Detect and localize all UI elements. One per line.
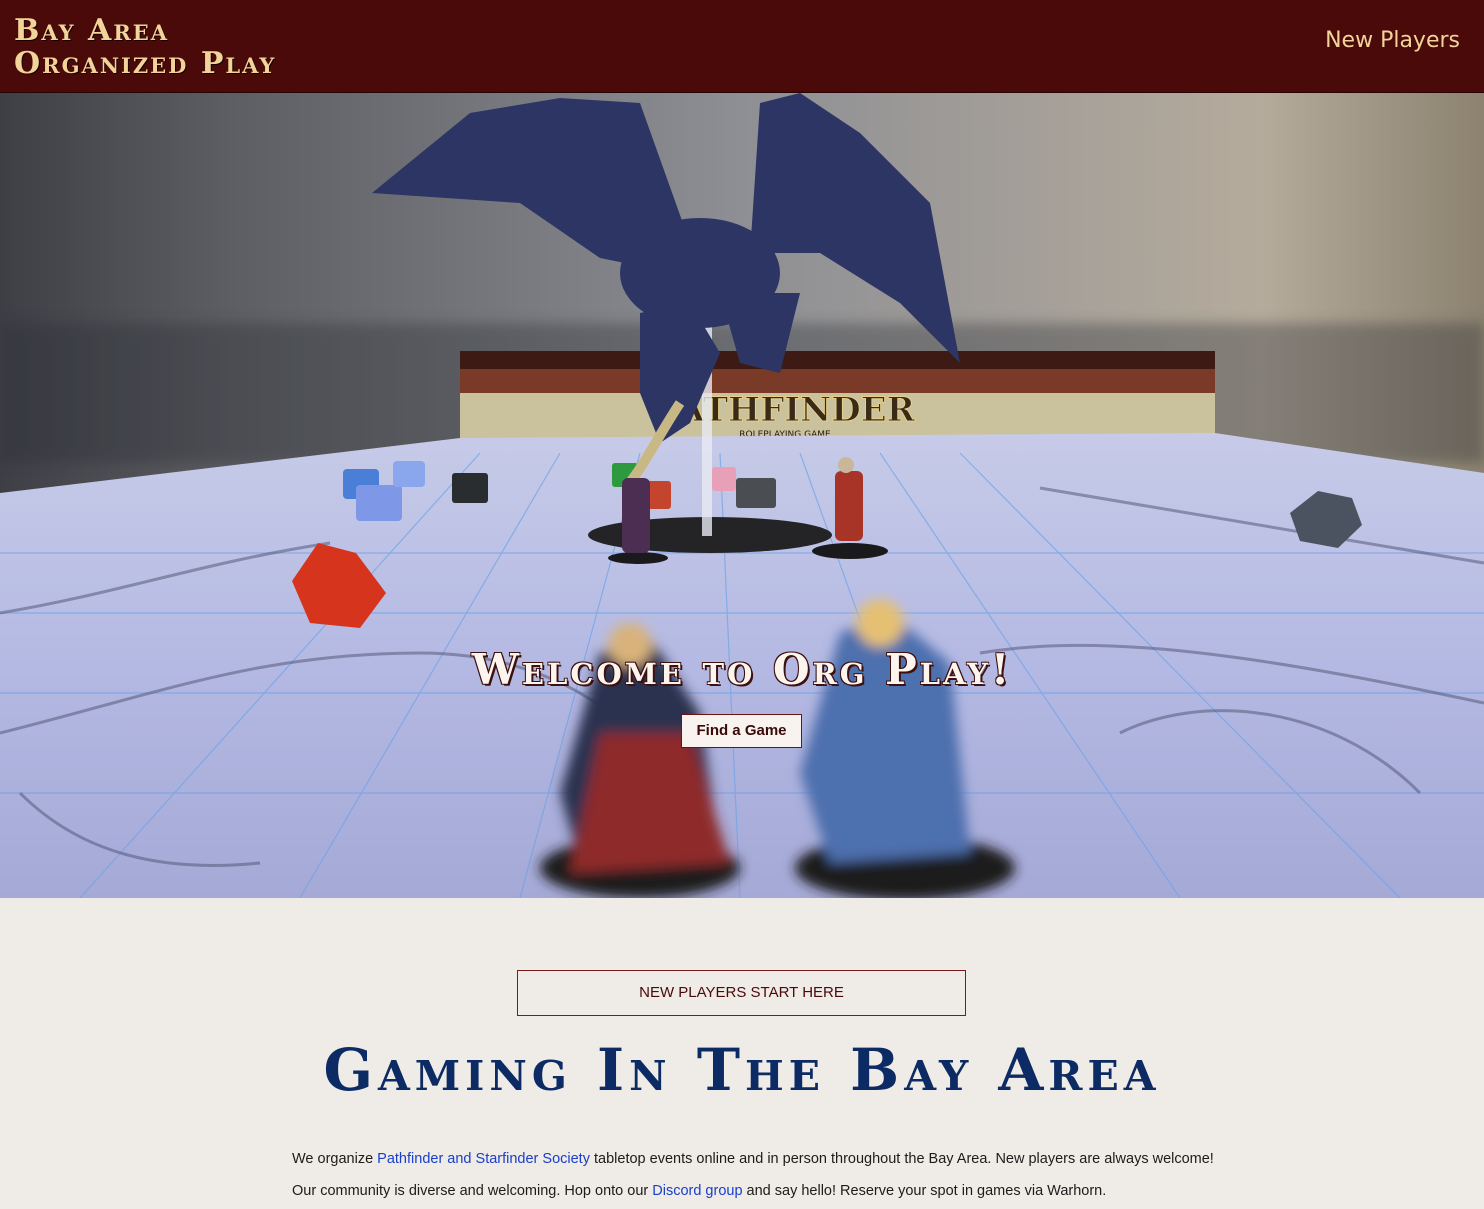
intro-paragraph: We organize Pathfinder and Starfinder So… — [292, 1151, 1252, 1167]
main-content: NEW PLAYERS START HERE Gaming In The Bay… — [0, 898, 1484, 1209]
hero-title: Welcome to Org Play! — [471, 645, 1013, 694]
community-text-after: and say hello! Reserve your spot in game… — [742, 1183, 1107, 1199]
nav-new-players-link[interactable]: New Players — [1325, 28, 1460, 53]
hero-photo: PATHFINDER ROLEPLAYING GAME — [0, 93, 1484, 898]
intro-text-before: We organize — [292, 1151, 378, 1167]
new-players-start-button[interactable]: NEW PLAYERS START HERE — [517, 970, 966, 1016]
hero-banner: PATHFINDER ROLEPLAYING GAME Welcome to O… — [0, 93, 1484, 898]
site-header: Bay Area Organized Play New Players — [0, 0, 1484, 93]
pathfinder-society-link[interactable]: Pathfinder and Starfinder Society — [377, 1151, 590, 1167]
community-paragraph: Our community is diverse and welcoming. … — [292, 1183, 1252, 1199]
intro-text-after: tabletop events online and in person thr… — [589, 1151, 1214, 1167]
section-heading: Gaming In The Bay Area — [323, 1036, 1161, 1104]
find-a-game-button[interactable]: Find a Game — [681, 714, 802, 748]
discord-group-link[interactable]: Discord group — [652, 1183, 742, 1199]
logo-line-1: Bay Area — [14, 13, 170, 48]
site-logo[interactable]: Bay Area Organized Play — [14, 14, 276, 80]
logo-line-2: Organized Play — [14, 46, 277, 81]
community-text-before: Our community is diverse and welcoming. … — [292, 1183, 653, 1199]
